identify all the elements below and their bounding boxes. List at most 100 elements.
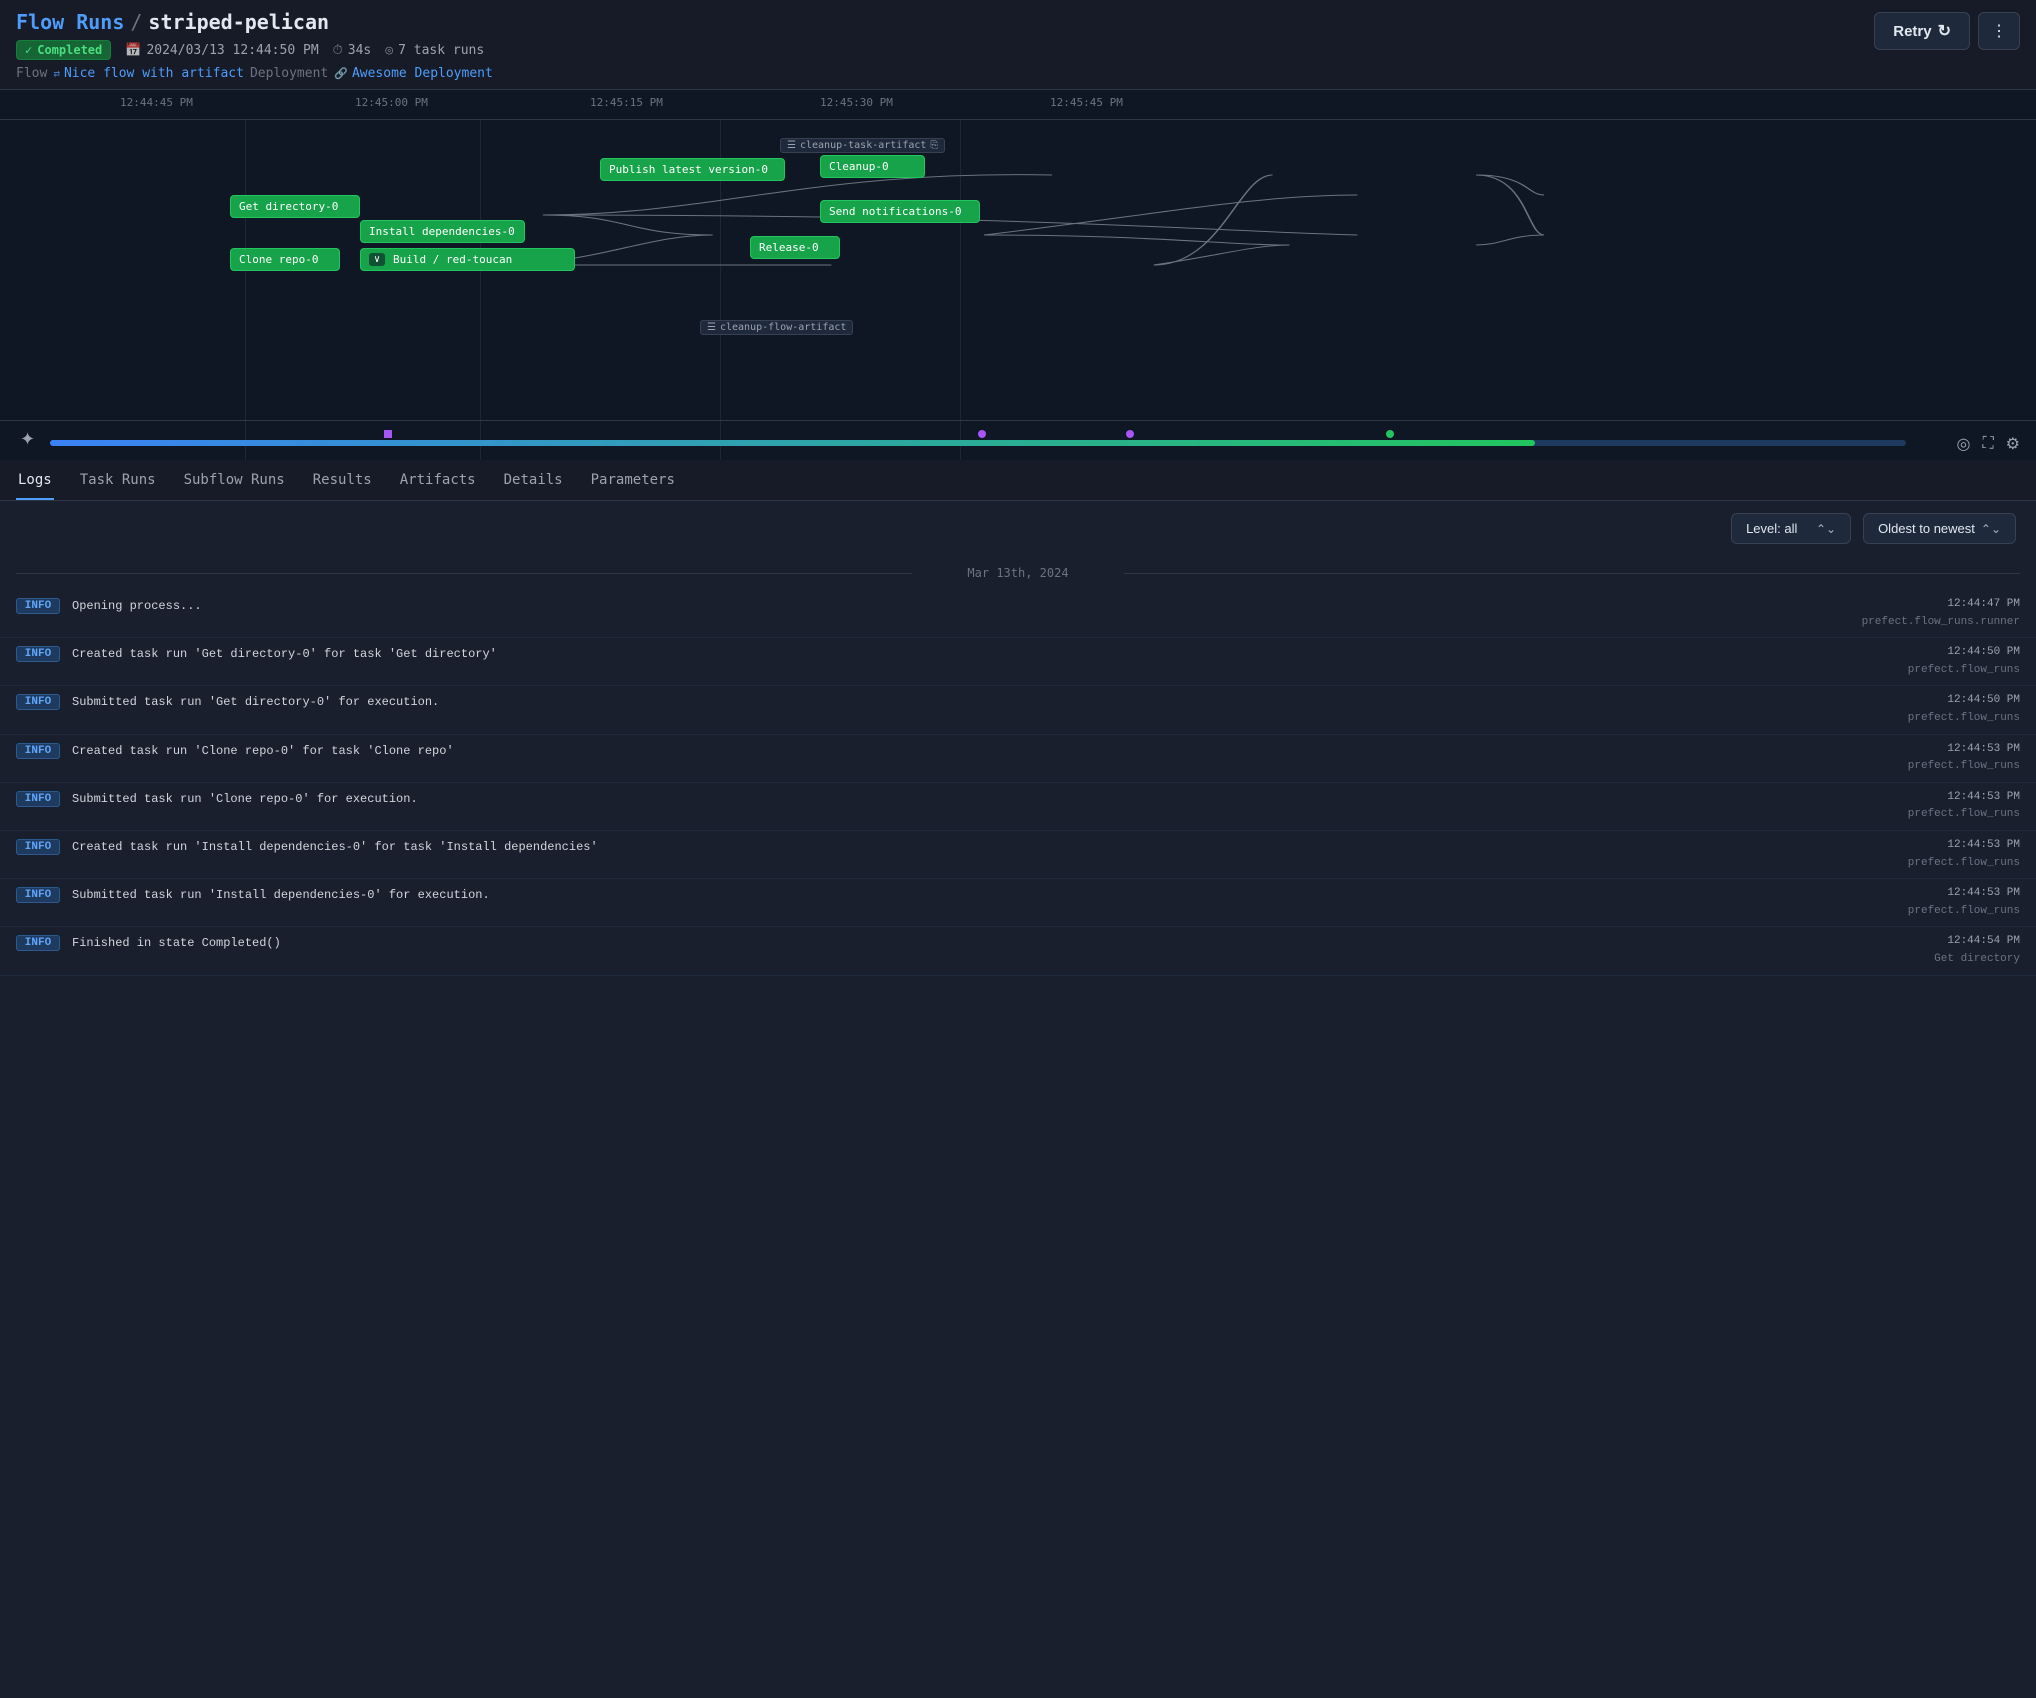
flow-link[interactable]: ⇄ Nice flow with artifact — [53, 66, 244, 81]
more-options-button[interactable]: ⋮ — [1978, 12, 2020, 50]
log-entry: INFO Submitted task run 'Get directory-0… — [0, 686, 2036, 734]
log-level-badge: INFO — [16, 839, 60, 855]
node-send-notif[interactable]: Send notifications-0 — [820, 200, 980, 223]
log-source: Get directory — [1934, 951, 2020, 969]
calendar-icon: 📅 — [125, 43, 141, 58]
run-date-value: 2024/03/13 12:44:50 PM — [146, 43, 318, 58]
deployment-link-label: Awesome Deployment — [352, 66, 493, 81]
log-time: 12:44:53 PM — [1908, 741, 2020, 759]
timeline-dot-4 — [1386, 430, 1394, 438]
log-time: 12:44:47 PM — [1862, 596, 2020, 614]
timeline-dot-2 — [978, 430, 986, 438]
timeline-target-button[interactable]: ◎ — [1956, 434, 1970, 454]
log-meta: 12:44:53 PM prefect.flow_runs — [1908, 885, 2020, 920]
flow-label: Flow — [16, 66, 47, 81]
log-level-badge: INFO — [16, 935, 60, 951]
log-message: Submitted task run 'Install dependencies… — [72, 885, 1896, 904]
flow-link-label: Nice flow with artifact — [64, 66, 244, 81]
publish-label: Publish latest version-0 — [609, 163, 768, 176]
log-time: 12:44:54 PM — [1934, 933, 2020, 951]
task-runs-value: 7 task runs — [398, 43, 484, 58]
cleanup-flow-artifact-tag: ☰ cleanup-flow-artifact — [700, 320, 853, 335]
tasks-icon: ◎ — [385, 43, 393, 58]
artifact-copy-icon: ⎘ — [930, 140, 938, 151]
release-label: Release-0 — [759, 241, 819, 254]
tab-details[interactable]: Details — [502, 460, 565, 500]
timeline-graph: 12:44:45 PM 12:45:00 PM 12:45:15 PM 12:4… — [0, 90, 2036, 460]
deployment-label: Deployment — [250, 66, 328, 81]
artifact-flow-tag-label: cleanup-flow-artifact — [720, 322, 846, 333]
artifact-tag-label: cleanup-task-artifact — [800, 140, 926, 151]
tab-subflow-runs[interactable]: Subflow Runs — [182, 460, 287, 500]
log-meta: 12:44:50 PM prefect.flow_runs — [1908, 692, 2020, 727]
timeline-footer: ✦ ◎ ⛶ ⚙ — [0, 420, 2036, 460]
log-message: Finished in state Completed() — [72, 933, 1922, 952]
log-entry: INFO Created task run 'Clone repo-0' for… — [0, 735, 2036, 783]
node-publish[interactable]: Publish latest version-0 — [600, 158, 785, 181]
tab-subflow-runs-label: Subflow Runs — [184, 472, 285, 488]
log-message: Submitted task run 'Clone repo-0' for ex… — [72, 789, 1896, 808]
log-entry: INFO Finished in state Completed() 12:44… — [0, 927, 2036, 975]
task-runs-count: ◎ 7 task runs — [385, 43, 484, 58]
level-filter-dropdown[interactable]: Level: all ⌃⌄ — [1731, 513, 1851, 544]
sort-order-dropdown[interactable]: Oldest to newest ⌃⌄ — [1863, 513, 2016, 544]
timeline-sparkle-button[interactable]: ✦ — [16, 427, 39, 452]
install-deps-label: Install dependencies-0 — [369, 225, 515, 238]
cleanup-task-artifact-tag: ☰ cleanup-task-artifact ⎘ — [780, 138, 945, 153]
node-install-deps[interactable]: Install dependencies-0 — [360, 220, 525, 243]
timeline-settings-button[interactable]: ⚙ — [2006, 434, 2020, 454]
tab-results-label: Results — [313, 472, 372, 488]
timeline-scrubber[interactable] — [50, 440, 1906, 446]
flow-runs-link[interactable]: Flow Runs — [16, 10, 124, 34]
node-clone-repo[interactable]: Clone repo-0 — [230, 248, 340, 271]
node-release[interactable]: Release-0 — [750, 236, 840, 259]
node-cleanup[interactable]: Cleanup-0 — [820, 155, 925, 178]
timeline-expand-button[interactable]: ⛶ — [1982, 435, 1993, 453]
log-entry: INFO Created task run 'Install dependenc… — [0, 831, 2036, 879]
retry-button[interactable]: Retry ↻ — [1874, 12, 1970, 50]
level-chevron-icon: ⌃⌄ — [1816, 522, 1836, 536]
timeline-header: 12:44:45 PM 12:45:00 PM 12:45:15 PM 12:4… — [0, 90, 2036, 120]
node-build[interactable]: ∨ Build / red-toucan — [360, 248, 575, 271]
log-level-badge: INFO — [16, 598, 60, 614]
log-level-badge: INFO — [16, 791, 60, 807]
log-level-badge: INFO — [16, 743, 60, 759]
send-notif-label: Send notifications-0 — [829, 205, 961, 218]
log-level-badge: INFO — [16, 646, 60, 662]
tab-parameters[interactable]: Parameters — [589, 460, 677, 500]
tab-artifacts-label: Artifacts — [400, 472, 476, 488]
log-meta: 12:44:47 PM prefect.flow_runs.runner — [1862, 596, 2020, 631]
status-badge: ✓ Completed — [16, 40, 111, 60]
artifact-icon: ☰ — [787, 140, 796, 151]
log-message: Created task run 'Clone repo-0' for task… — [72, 741, 1896, 760]
tab-logs[interactable]: Logs — [16, 460, 54, 500]
tab-artifacts[interactable]: Artifacts — [398, 460, 478, 500]
sort-order-label: Oldest to newest — [1878, 521, 1975, 536]
log-entry: INFO Opening process... 12:44:47 PM pref… — [0, 590, 2036, 638]
log-source: prefect.flow_runs — [1908, 806, 2020, 824]
log-source: prefect.flow_runs — [1908, 662, 2020, 680]
timeline-dot-1 — [384, 430, 392, 438]
log-time: 12:44:50 PM — [1908, 644, 2020, 662]
log-message: Created task run 'Get directory-0' for t… — [72, 644, 1896, 663]
log-source: prefect.flow_runs — [1908, 855, 2020, 873]
log-entry: INFO Submitted task run 'Clone repo-0' f… — [0, 783, 2036, 831]
node-get-directory[interactable]: Get directory-0 — [230, 195, 360, 218]
tab-task-runs[interactable]: Task Runs — [78, 460, 158, 500]
tab-details-label: Details — [504, 472, 563, 488]
tab-results[interactable]: Results — [311, 460, 374, 500]
run-duration-value: 34s — [348, 43, 371, 58]
log-level-badge: INFO — [16, 887, 60, 903]
log-meta: 12:44:53 PM prefect.flow_runs — [1908, 837, 2020, 872]
cleanup-label: Cleanup-0 — [829, 160, 889, 173]
logs-toolbar: Level: all ⌃⌄ Oldest to newest ⌃⌄ — [0, 501, 2036, 556]
check-icon: ✓ — [25, 43, 32, 57]
sort-chevron-icon: ⌃⌄ — [1981, 522, 2001, 536]
deployment-link[interactable]: 🔗 Awesome Deployment — [334, 66, 493, 81]
log-meta: 12:44:54 PM Get directory — [1934, 933, 2020, 968]
time-label-1: 12:45:00 PM — [355, 96, 428, 109]
log-meta: 12:44:53 PM prefect.flow_runs — [1908, 789, 2020, 824]
log-time: 12:44:50 PM — [1908, 692, 2020, 710]
logs-panel: Level: all ⌃⌄ Oldest to newest ⌃⌄ Mar 13… — [0, 501, 2036, 976]
title-separator: / — [130, 10, 142, 34]
